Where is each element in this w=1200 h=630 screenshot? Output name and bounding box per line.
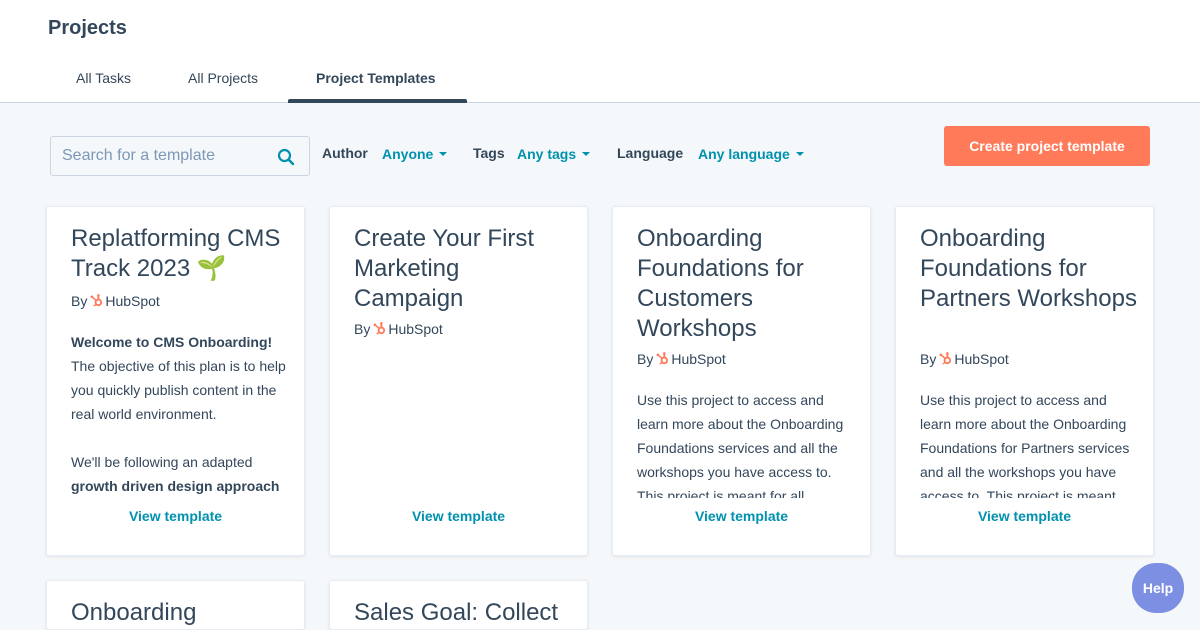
template-card: Onboarding Foundations for Customers Wor… [612, 206, 871, 556]
by-label: By [920, 351, 937, 367]
card-title: Onboarding Foundations for Customers Wor… [637, 225, 804, 342]
hubspot-logo-icon [90, 294, 103, 307]
view-template-link[interactable]: View template [896, 508, 1153, 524]
card-title: Create Your First Marketing Campaign [354, 225, 535, 312]
description-emphasis: growth driven design approach [71, 478, 280, 494]
tab-all-projects[interactable]: All Projects [188, 70, 258, 86]
hubspot-logo-icon [656, 352, 669, 365]
template-search [50, 136, 310, 176]
active-tab-indicator [288, 99, 467, 103]
caret-down-icon [439, 152, 448, 157]
author-filter-label: Author [322, 145, 368, 161]
description-text: The objective of this plan is to help yo… [71, 358, 286, 422]
card-description: Use this project to access and learn mor… [637, 392, 844, 498]
card-description: Welcome to CMS Onboarding! The objective… [71, 330, 286, 498]
template-card: Onboarding Foundations for Partners Work… [895, 206, 1154, 556]
view-template-link[interactable]: View template [47, 508, 304, 524]
card-description: Use this project to access and learn mor… [920, 392, 1130, 498]
card-author: By HubSpot [354, 321, 443, 337]
author-name: HubSpot [954, 351, 1009, 367]
card-author: By HubSpot [920, 351, 1009, 367]
view-template-link[interactable]: View template [613, 508, 870, 524]
card-title: Onboarding [71, 599, 197, 626]
by-label: By [354, 321, 371, 337]
author-name: HubSpot [388, 321, 443, 337]
view-template-link[interactable]: View template [330, 508, 587, 524]
template-card: Onboarding [46, 580, 305, 630]
hubspot-logo-icon [373, 322, 386, 335]
template-card: Create Your First Marketing Campaign By H… [329, 206, 588, 556]
template-card: Sales Goal: Collect [329, 580, 588, 630]
search-input[interactable] [51, 137, 271, 175]
card-author: By HubSpot [637, 351, 726, 367]
tags-filter-value: Any tags [517, 146, 577, 162]
card-title: Replatforming CMS Track 2023 🌱 [71, 225, 281, 282]
language-filter-dropdown[interactable]: Any language [698, 146, 804, 162]
caret-down-icon [582, 152, 591, 157]
by-label: By [71, 293, 88, 309]
tags-filter-dropdown[interactable]: Any tags [517, 146, 591, 162]
language-filter-label: Language [617, 145, 684, 161]
top-bar: Projects All Tasks All Projects Project … [0, 0, 1200, 103]
create-project-template-button[interactable]: Create project template [944, 126, 1150, 166]
language-filter-value: Any language [698, 146, 790, 162]
by-label: By [637, 351, 654, 367]
help-button[interactable]: Help [1132, 563, 1184, 613]
hubspot-logo-icon [939, 352, 952, 365]
tags-filter-label: Tags [473, 145, 505, 161]
author-filter-value: Anyone [382, 146, 434, 162]
caret-down-icon [795, 152, 804, 157]
author-name: HubSpot [105, 293, 160, 309]
card-title: Sales Goal: Collect [354, 599, 559, 626]
tab-project-templates[interactable]: Project Templates [316, 70, 436, 86]
tab-all-tasks[interactable]: All Tasks [76, 70, 131, 86]
description-text: We'll be following an adapted [71, 454, 253, 470]
author-name: HubSpot [671, 351, 726, 367]
search-icon[interactable] [277, 148, 295, 166]
page-title: Projects [48, 17, 127, 39]
template-card: Replatforming CMS Track 2023 🌱 By HubSpot… [46, 206, 305, 556]
card-title: Onboarding Foundations for Partners Work… [920, 225, 1137, 312]
card-author: By HubSpot [71, 293, 160, 309]
author-filter-dropdown[interactable]: Anyone [382, 146, 448, 162]
description-heading: Welcome to CMS Onboarding! [71, 334, 273, 350]
